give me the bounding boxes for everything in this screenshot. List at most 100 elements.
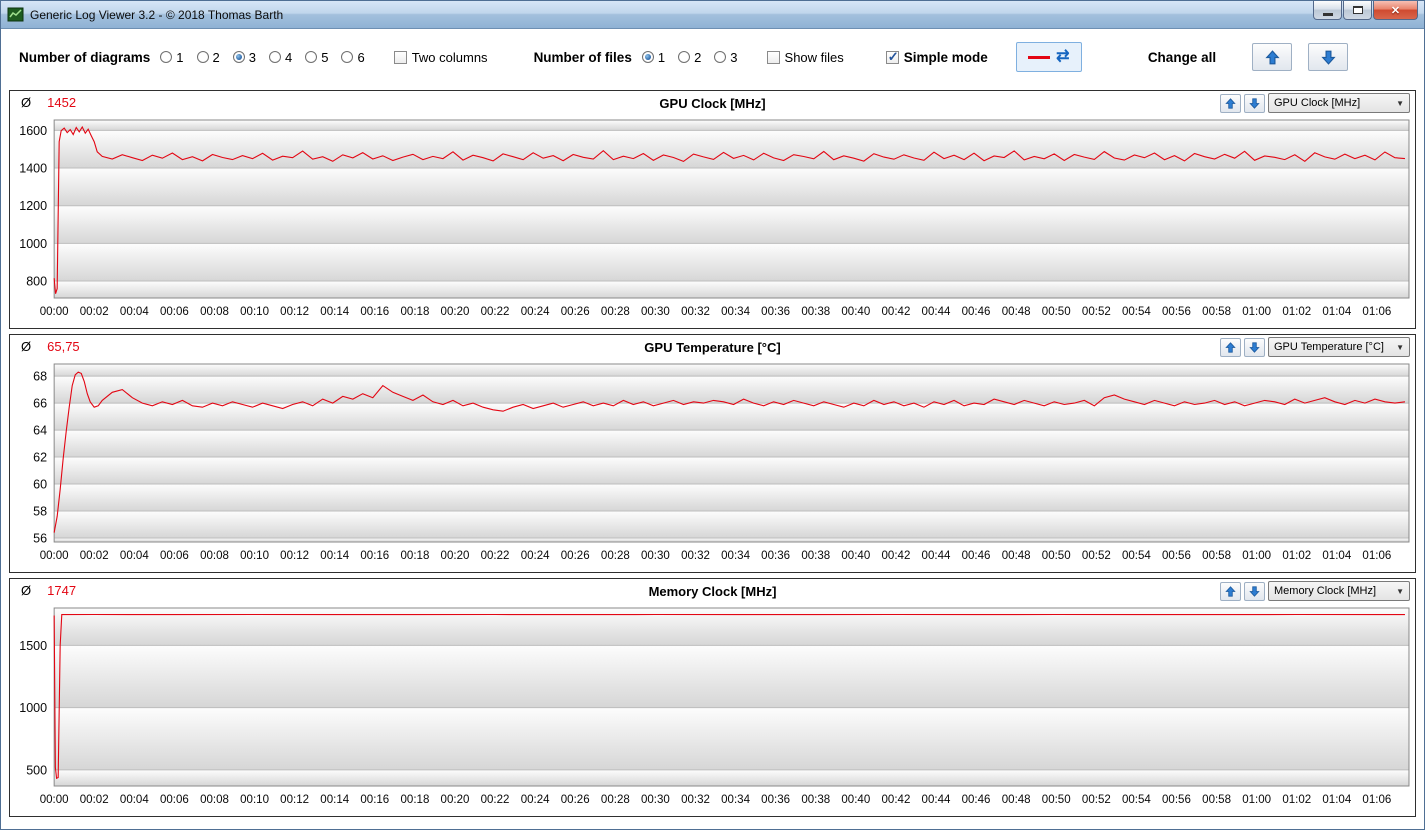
svg-text:00:58: 00:58	[1202, 794, 1231, 806]
radio-icon	[641, 51, 654, 63]
average-readout: Ø 65,75	[21, 339, 80, 354]
window-controls: ✕	[1312, 1, 1418, 20]
line-style-refresh-button[interactable]: ⇄	[1015, 42, 1082, 72]
svg-text:00:18: 00:18	[401, 306, 430, 318]
red-line-icon	[1028, 55, 1051, 59]
svg-text:00:26: 00:26	[561, 306, 590, 318]
close-button[interactable]: ✕	[1373, 1, 1418, 20]
gpu-temperature-chart: 56 58 60 62 64 66 68 00:00 00:02 00:04 00:06 00:08 0…	[33, 360, 1415, 562]
svg-text:00:58: 00:58	[1202, 550, 1231, 562]
two-columns-checkbox[interactable]: Two columns	[393, 50, 488, 65]
svg-text:1200: 1200	[19, 199, 47, 213]
checkbox-label: Show files	[784, 49, 844, 65]
minimize-button[interactable]	[1313, 1, 1342, 20]
file-count-option-3[interactable]: 3	[714, 49, 738, 65]
svg-text:00:12: 00:12	[280, 794, 309, 806]
checkbox-icon	[885, 49, 899, 65]
selected-signal-label: GPU Temperature [°C]	[1274, 341, 1384, 353]
svg-text:00:48: 00:48	[1002, 550, 1031, 562]
svg-text:00:12: 00:12	[280, 306, 309, 318]
svg-text:00:24: 00:24	[521, 794, 550, 806]
average-readout: Ø 1747	[21, 583, 76, 598]
file-count-option-1[interactable]: 1	[641, 49, 666, 65]
maximize-button[interactable]	[1343, 1, 1372, 20]
move-chart-down-button[interactable]	[1244, 93, 1265, 113]
diagram-count-radio-group: 1 2 3 4 5 6	[160, 50, 377, 65]
svg-text:00:40: 00:40	[841, 794, 870, 806]
maximize-icon	[1352, 6, 1363, 14]
panel-header: Ø 1747 Memory Clock [MHz] Memory Clock [M…	[10, 579, 1415, 604]
svg-text:00:34: 00:34	[721, 550, 750, 562]
svg-text:00:04: 00:04	[120, 794, 149, 806]
radio-label: 3	[730, 49, 738, 65]
signal-select-dropdown[interactable]: GPU Clock [MHz] ▼	[1268, 93, 1410, 113]
diagram-count-option-4[interactable]: 4	[268, 49, 293, 65]
svg-text:00:46: 00:46	[962, 550, 991, 562]
svg-text:56: 56	[33, 531, 47, 545]
svg-text:00:22: 00:22	[481, 550, 510, 562]
svg-text:00:16: 00:16	[360, 306, 389, 318]
svg-text:00:54: 00:54	[1122, 550, 1151, 562]
diagram-count-option-5[interactable]: 5	[305, 50, 328, 65]
refresh-icon: ⇄	[1056, 48, 1070, 65]
svg-text:00:52: 00:52	[1082, 550, 1111, 562]
svg-text:00:20: 00:20	[441, 794, 470, 806]
svg-text:00:36: 00:36	[761, 306, 790, 318]
diagram-count-option-6[interactable]: 6	[341, 49, 365, 65]
window-title: Generic Log Viewer 3.2 - © 2018 Thomas B…	[30, 7, 284, 22]
show-files-checkbox[interactable]: Show files	[766, 49, 844, 65]
chevron-down-icon: ▼	[1396, 342, 1404, 352]
titlebar: Generic Log Viewer 3.2 - © 2018 Thomas B…	[1, 1, 1424, 29]
radio-label: 5	[321, 49, 329, 65]
svg-text:00:42: 00:42	[882, 794, 911, 806]
svg-text:00:08: 00:08	[200, 550, 229, 562]
svg-text:68: 68	[33, 370, 47, 384]
change-all-up-button[interactable]	[1252, 43, 1293, 71]
svg-text:01:02: 01:02	[1282, 794, 1311, 806]
svg-text:00:42: 00:42	[882, 306, 911, 318]
radio-label: 1	[657, 49, 666, 65]
arrow-up-icon	[1225, 341, 1236, 353]
svg-text:00:42: 00:42	[882, 550, 911, 562]
simple-mode-checkbox[interactable]: Simple mode	[885, 49, 988, 65]
svg-text:00:40: 00:40	[841, 306, 870, 318]
radio-icon	[305, 51, 318, 63]
svg-text:00:46: 00:46	[962, 306, 991, 318]
diagram-count-option-1[interactable]: 1	[160, 50, 184, 65]
change-all-down-button[interactable]	[1308, 43, 1349, 71]
gpu-clock-chart: 800 1000 1200 1400 1600 00:00 00:02 00:04 00:06 0…	[19, 116, 1415, 318]
chart-title: Memory Clock [MHz]	[648, 584, 777, 599]
chart-title: GPU Clock [MHz]	[659, 96, 766, 111]
signal-select-dropdown[interactable]: Memory Clock [MHz] ▼	[1268, 581, 1410, 601]
svg-text:01:00: 01:00	[1242, 306, 1271, 318]
svg-text:00:06: 00:06	[160, 306, 189, 318]
arrow-up-icon	[1225, 585, 1236, 597]
file-count-option-2[interactable]: 2	[678, 50, 701, 65]
svg-text:01:04: 01:04	[1322, 794, 1351, 806]
svg-text:00:06: 00:06	[160, 794, 189, 806]
svg-text:00:54: 00:54	[1122, 794, 1151, 806]
move-chart-up-button[interactable]	[1220, 93, 1241, 113]
svg-text:00:58: 00:58	[1202, 306, 1231, 318]
panel-controls: GPU Clock [MHz] ▼	[1220, 93, 1410, 113]
radio-label: 6	[357, 49, 365, 65]
move-chart-up-button[interactable]	[1220, 581, 1241, 601]
svg-text:1000: 1000	[19, 701, 47, 715]
svg-text:01:02: 01:02	[1282, 550, 1311, 562]
diagram-count-option-2[interactable]: 2	[196, 50, 220, 65]
checkbox-icon	[766, 50, 780, 64]
move-chart-down-button[interactable]	[1244, 337, 1265, 357]
move-chart-up-button[interactable]	[1220, 337, 1241, 357]
signal-select-dropdown[interactable]: GPU Temperature [°C] ▼	[1268, 337, 1410, 357]
svg-text:00:00: 00:00	[40, 306, 69, 318]
move-chart-down-button[interactable]	[1244, 581, 1265, 601]
svg-text:00:12: 00:12	[280, 550, 309, 562]
svg-text:00:30: 00:30	[641, 550, 670, 562]
radio-icon	[160, 51, 173, 63]
arrow-down-icon	[1249, 341, 1260, 353]
svg-text:00:52: 00:52	[1082, 306, 1111, 318]
diagram-count-option-3[interactable]: 3	[232, 50, 256, 65]
radio-label: 4	[284, 49, 293, 65]
svg-text:00:08: 00:08	[200, 306, 229, 318]
svg-text:00:28: 00:28	[601, 306, 630, 318]
